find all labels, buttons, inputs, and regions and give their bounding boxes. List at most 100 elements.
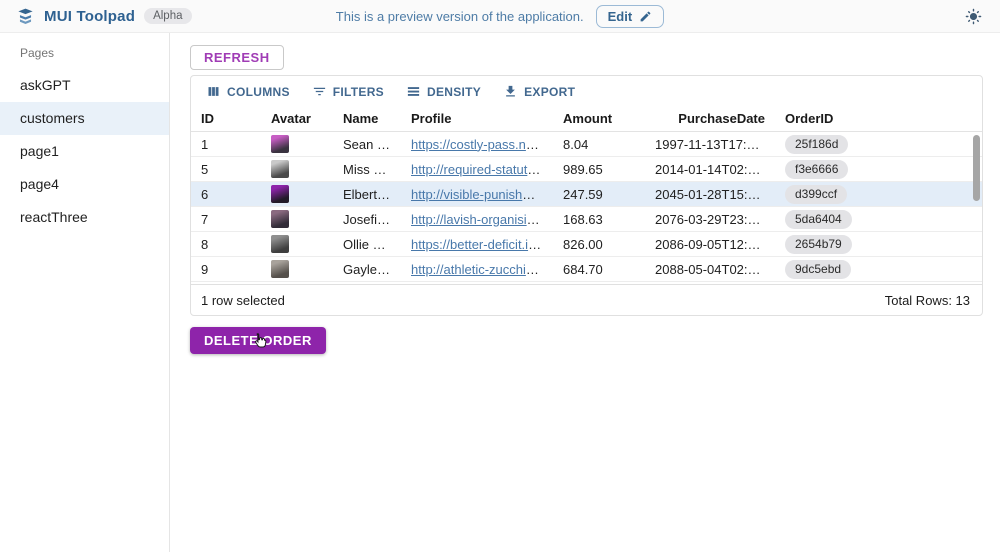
- cell-purchase-date: 2088-05-04T02:31:03.294Z: [645, 262, 775, 277]
- avatar: [271, 185, 289, 203]
- edit-button[interactable]: Edit: [596, 5, 665, 28]
- cell-avatar: [261, 185, 333, 203]
- sidebar-section-label: Pages: [0, 33, 169, 69]
- theme-toggle-button[interactable]: [963, 6, 984, 27]
- order-id-chip: 9dc5ebd: [785, 260, 851, 279]
- cell-name: Gayle Den...: [333, 262, 401, 277]
- cell-order-id: 5da6404: [775, 210, 982, 229]
- toolbar-button-label: DENSITY: [427, 85, 481, 99]
- preview-banner-text: This is a preview version of the applica…: [336, 9, 584, 24]
- toolbar-columns-button[interactable]: COLUMNS: [199, 81, 297, 102]
- sidebar-nav: askGPTcustomerspage1page4reactThree: [0, 69, 169, 234]
- column-header-avatar[interactable]: Avatar: [261, 111, 333, 126]
- sidebar-item-customers[interactable]: customers: [0, 102, 169, 135]
- data-grid-header-row: IDAvatarNameProfileAmountPurchaseDateOrd…: [191, 105, 982, 132]
- column-header-id[interactable]: ID: [191, 111, 261, 126]
- cell-amount: 826.00: [553, 237, 645, 252]
- app-title: MUI Toolpad: [44, 8, 135, 25]
- cell-name: Sean Harris: [333, 137, 401, 152]
- pencil-icon: [639, 10, 652, 23]
- delete-order-button[interactable]: DELETE ORDER: [190, 327, 326, 354]
- sidebar-item-askGPT[interactable]: askGPT: [0, 69, 169, 102]
- cell-amount: 168.63: [553, 212, 645, 227]
- cell-profile: http://lavish-organising.name: [401, 212, 553, 227]
- cell-amount: 247.59: [553, 187, 645, 202]
- cell-avatar: [261, 135, 333, 153]
- selected-rows-count: 1 row selected: [201, 293, 285, 308]
- cell-name: Josefina P...: [333, 212, 401, 227]
- cell-profile: http://visible-punishment.net: [401, 187, 553, 202]
- toolbar-export-button[interactable]: EXPORT: [496, 81, 582, 102]
- table-row[interactable]: 9 Gayle Den... http://athletic-zucchini.or…: [191, 257, 982, 282]
- sidebar: Pages askGPTcustomerspage1page4reactThre…: [0, 33, 170, 552]
- cell-order-id: f3e6666: [775, 160, 982, 179]
- vertical-scrollbar[interactable]: [973, 135, 980, 201]
- profile-link[interactable]: http://required-statute.org: [411, 162, 553, 177]
- column-header-name[interactable]: Name: [333, 111, 401, 126]
- sidebar-item-page1[interactable]: page1: [0, 135, 169, 168]
- toolpad-logo-icon: [16, 7, 35, 26]
- edit-button-label: Edit: [608, 9, 633, 24]
- density-icon: [406, 84, 421, 99]
- cell-avatar: [261, 160, 333, 178]
- profile-link[interactable]: http://visible-punishment.net: [411, 187, 553, 202]
- data-grid: COLUMNS FILTERS DENSITY EXPORT IDAvatarName…: [190, 75, 983, 316]
- cell-name: Miss Juan ...: [333, 162, 401, 177]
- cell-order-id: 2654b79: [775, 235, 982, 254]
- cell-id: 6: [191, 187, 261, 202]
- page-customers: REFRESH COLUMNS FILTERS DENSITY EXPORT IDAv…: [170, 33, 1000, 552]
- cell-avatar: [261, 260, 333, 278]
- order-id-chip: 25f186d: [785, 135, 848, 154]
- table-row[interactable]: 8Ollie Green...https://better-deficit.in…: [191, 232, 982, 257]
- app-header: MUI Toolpad Alpha This is a preview vers…: [0, 0, 1000, 33]
- refresh-button[interactable]: REFRESH: [190, 45, 284, 70]
- cell-amount: 8.04: [553, 137, 645, 152]
- filter-icon: [312, 84, 327, 99]
- profile-link[interactable]: https://better-deficit.info: [411, 237, 546, 252]
- cell-profile: http://required-statute.org: [401, 162, 553, 177]
- data-grid-footer: 1 row selected Total Rows: 13: [191, 284, 982, 315]
- sidebar-item-page4[interactable]: page4: [0, 168, 169, 201]
- cell-purchase-date: 2076-03-29T23:51:07.968Z: [645, 212, 775, 227]
- cell-purchase-date: 2086-09-05T12:37:27.015Z: [645, 237, 775, 252]
- cell-id: 1: [191, 137, 261, 152]
- column-header-purchasedate[interactable]: PurchaseDate: [645, 111, 775, 126]
- sidebar-item-reactThree[interactable]: reactThree: [0, 201, 169, 234]
- cell-order-id: d399ccf: [775, 185, 982, 204]
- sun-icon: [965, 8, 982, 25]
- cell-name: Elbert McL...: [333, 187, 401, 202]
- table-row[interactable]: 6 Elbert McL... http://visible-punishment.…: [191, 182, 982, 207]
- table-row[interactable]: 5 Miss Juan ... http://required-statute.or…: [191, 157, 982, 182]
- alpha-badge: Alpha: [144, 8, 191, 24]
- cell-purchase-date: 2045-01-28T15:40:06.325Z: [645, 187, 775, 202]
- toolbar-density-button[interactable]: DENSITY: [399, 81, 488, 102]
- total-rows-count: Total Rows: 13: [885, 293, 970, 308]
- column-header-orderid[interactable]: OrderID: [775, 111, 982, 126]
- column-header-profile[interactable]: Profile: [401, 111, 553, 126]
- table-row[interactable]: 7 Josefina P... http://lavish-organising.n…: [191, 207, 982, 232]
- cell-amount: 684.70: [553, 262, 645, 277]
- download-icon: [503, 84, 518, 99]
- profile-link[interactable]: http://lavish-organising.name: [411, 212, 553, 227]
- profile-link[interactable]: https://costly-pass.name: [411, 137, 551, 152]
- column-header-amount[interactable]: Amount: [553, 111, 645, 126]
- cell-name: Ollie Green...: [333, 237, 401, 252]
- table-row[interactable]: 1 Sean Harris https://costly-pass.name8.04…: [191, 132, 982, 157]
- cell-order-id: 25f186d: [775, 135, 982, 154]
- avatar: [271, 260, 289, 278]
- cell-avatar: [261, 235, 333, 253]
- cell-id: 7: [191, 212, 261, 227]
- order-id-chip: f3e6666: [785, 160, 848, 179]
- preview-banner: This is a preview version of the applica…: [296, 5, 704, 28]
- toolbar-button-label: FILTERS: [333, 85, 384, 99]
- data-grid-toolbar: COLUMNS FILTERS DENSITY EXPORT: [191, 76, 982, 105]
- cell-id: 9: [191, 262, 261, 277]
- avatar: [271, 235, 289, 253]
- avatar: [271, 135, 289, 153]
- profile-link[interactable]: http://athletic-zucchini.org: [411, 262, 553, 277]
- cell-id: 5: [191, 162, 261, 177]
- cell-profile: http://athletic-zucchini.org: [401, 262, 553, 277]
- data-grid-rows-viewport: 1 Sean Harris https://costly-pass.name8.04…: [191, 132, 982, 284]
- cell-profile: https://better-deficit.info: [401, 237, 553, 252]
- toolbar-filters-button[interactable]: FILTERS: [305, 81, 391, 102]
